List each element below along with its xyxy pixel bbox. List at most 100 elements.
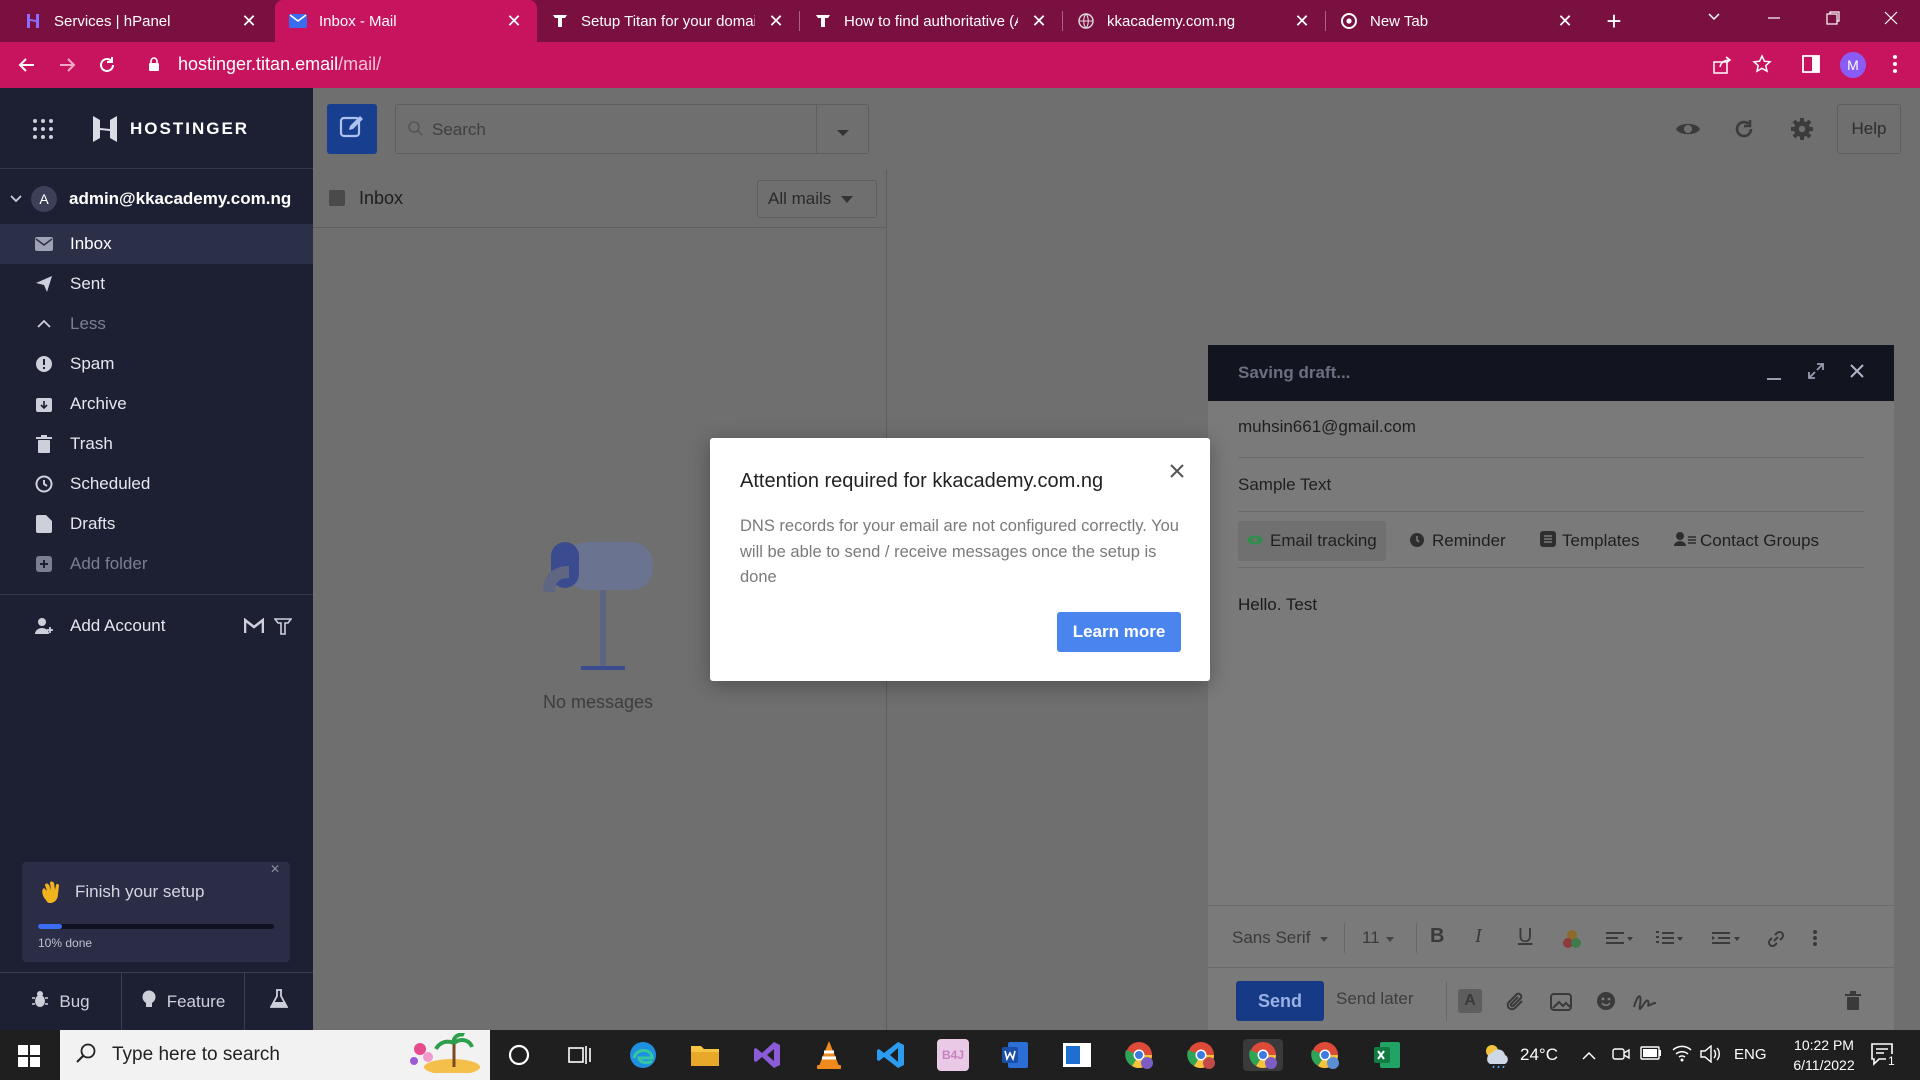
bold-icon[interactable]: B	[1430, 925, 1444, 948]
folder-spam[interactable]: Spam	[0, 344, 313, 384]
formatting-toggle-icon[interactable]: A	[1458, 989, 1482, 1013]
folder-scheduled[interactable]: Scheduled	[0, 464, 313, 504]
email-tracking-toggle[interactable]: Email tracking	[1238, 521, 1386, 561]
weather-icon[interactable]	[1482, 1042, 1512, 1073]
folder-sent[interactable]: Sent	[0, 264, 313, 304]
underline-icon[interactable]: U	[1518, 925, 1532, 948]
close-icon[interactable]	[1170, 464, 1184, 483]
expand-icon[interactable]	[1808, 363, 1824, 384]
subject-field[interactable]: Sample Text	[1238, 475, 1331, 495]
tab-search-chevron-icon[interactable]	[1706, 8, 1722, 27]
feature-request-button[interactable]: Feature	[122, 973, 245, 1030]
eye-icon[interactable]	[1675, 119, 1701, 144]
battery-icon[interactable]	[1640, 1046, 1662, 1065]
settings-gear-icon[interactable]	[1790, 117, 1814, 146]
back-icon[interactable]	[12, 50, 42, 80]
taskbar-search-box[interactable]: Type here to search	[60, 1030, 490, 1080]
font-family-select[interactable]: Sans Serif	[1232, 921, 1329, 955]
windows-start-icon[interactable]	[18, 1045, 40, 1072]
discard-trash-icon[interactable]	[1845, 991, 1861, 1016]
folder-inbox[interactable]: Inbox	[0, 224, 313, 264]
tab-services-hpanel[interactable]: Services | hPanel ✕	[10, 0, 272, 42]
url-field[interactable]: hostinger.titan.email/mail/	[178, 54, 381, 75]
italic-icon[interactable]: I	[1475, 925, 1482, 948]
font-size-select[interactable]: 11	[1362, 921, 1394, 955]
chrome-active-icon[interactable]	[1243, 1039, 1283, 1071]
mail-filter-dropdown[interactable]: All mails	[757, 180, 877, 218]
reader-app-icon[interactable]	[1061, 1039, 1093, 1071]
chrome-profile-icon[interactable]	[1185, 1039, 1217, 1071]
tab-inbox-mail[interactable]: Inbox - Mail ✕	[275, 0, 537, 42]
signature-icon[interactable]	[1632, 991, 1658, 1016]
refresh-icon[interactable]	[1733, 118, 1755, 145]
close-icon[interactable]: ✕	[1556, 11, 1574, 32]
restore-icon[interactable]	[1825, 10, 1841, 31]
weather-temperature[interactable]: 24°C	[1520, 1045, 1558, 1065]
forward-icon[interactable]	[52, 50, 82, 80]
tray-chevron-up-icon[interactable]	[1582, 1048, 1596, 1066]
text-color-icon[interactable]	[1562, 929, 1582, 954]
task-view-icon[interactable]	[568, 1044, 592, 1071]
labs-button[interactable]	[245, 973, 313, 1030]
chrome-profile-icon[interactable]	[1309, 1039, 1341, 1071]
edge-icon[interactable]	[627, 1039, 659, 1071]
send-later-button[interactable]: Send later	[1336, 989, 1414, 1009]
compose-button[interactable]	[327, 104, 377, 154]
numbered-list-icon[interactable]	[1656, 931, 1684, 952]
bookmark-star-icon[interactable]	[1752, 54, 1772, 79]
contact-groups-button[interactable]: Contact Groups	[1674, 521, 1819, 561]
lock-icon[interactable]	[148, 57, 160, 77]
folder-archive[interactable]: Archive	[0, 384, 313, 424]
link-icon[interactable]	[1766, 929, 1786, 954]
attachment-icon[interactable]	[1506, 991, 1526, 1018]
language-indicator[interactable]: ENG	[1734, 1046, 1767, 1063]
vscode-icon[interactable]	[875, 1039, 907, 1071]
folder-add[interactable]: Add folder	[0, 544, 313, 584]
cortana-icon[interactable]	[508, 1044, 530, 1071]
search-options-chevron-icon[interactable]	[836, 125, 850, 143]
close-icon[interactable]: ✕	[767, 11, 785, 32]
taskbar-search-input[interactable]: Type here to search	[112, 1044, 280, 1066]
folder-trash[interactable]: Trash	[0, 424, 313, 464]
emoji-icon[interactable]	[1596, 991, 1616, 1016]
clock[interactable]: 10:22 PM 6/11/2022	[1778, 1035, 1870, 1075]
volume-icon[interactable]	[1700, 1044, 1722, 1068]
more-options-icon[interactable]	[1812, 929, 1818, 952]
send-button[interactable]: Send	[1236, 981, 1324, 1021]
help-button[interactable]: Help	[1837, 104, 1901, 154]
tab-setup-titan[interactable]: Setup Titan for your domair ✕	[537, 0, 799, 42]
profile-avatar[interactable]: M	[1840, 52, 1866, 78]
setup-close-icon[interactable]: ✕	[270, 862, 280, 876]
vlc-icon[interactable]	[813, 1039, 845, 1071]
minimize-icon[interactable]	[1766, 367, 1782, 386]
close-icon[interactable]: ✕	[505, 11, 523, 32]
reminder-button[interactable]: Reminder	[1408, 521, 1506, 561]
close-compose-icon[interactable]	[1850, 364, 1864, 383]
file-explorer-icon[interactable]	[689, 1039, 721, 1071]
visual-studio-icon[interactable]	[751, 1039, 783, 1071]
chrome-profile-icon[interactable]	[1123, 1039, 1155, 1071]
share-icon[interactable]	[1712, 55, 1732, 80]
gmail-icon[interactable]	[243, 617, 265, 639]
window-close-icon[interactable]	[1883, 10, 1899, 31]
search-input[interactable]: Search	[432, 120, 486, 140]
word-icon[interactable]	[999, 1039, 1031, 1071]
templates-button[interactable]: Templates	[1540, 521, 1639, 561]
reload-icon[interactable]	[92, 50, 122, 80]
account-selector[interactable]: A admin@kkacademy.com.ng	[0, 176, 313, 222]
folder-drafts[interactable]: Drafts	[0, 504, 313, 544]
align-icon[interactable]	[1606, 931, 1634, 952]
insert-image-icon[interactable]	[1550, 993, 1572, 1016]
app-grid-icon[interactable]	[32, 118, 54, 145]
indent-icon[interactable]	[1712, 931, 1742, 952]
select-all-checkbox[interactable]	[329, 190, 345, 206]
message-body[interactable]: Hello. Test	[1238, 595, 1317, 615]
minimize-icon[interactable]	[1766, 10, 1782, 31]
close-icon[interactable]: ✕	[1293, 11, 1311, 32]
bug-report-button[interactable]: Bug	[0, 973, 122, 1030]
tab-authoritative[interactable]: How to find authoritative (A ✕	[800, 0, 1062, 42]
tab-kkacademy[interactable]: kkacademy.com.ng ✕	[1063, 0, 1325, 42]
b4j-icon[interactable]: B4J	[937, 1039, 969, 1071]
add-account-button[interactable]: Add Account	[0, 606, 313, 646]
learn-more-button[interactable]: Learn more	[1057, 612, 1181, 652]
